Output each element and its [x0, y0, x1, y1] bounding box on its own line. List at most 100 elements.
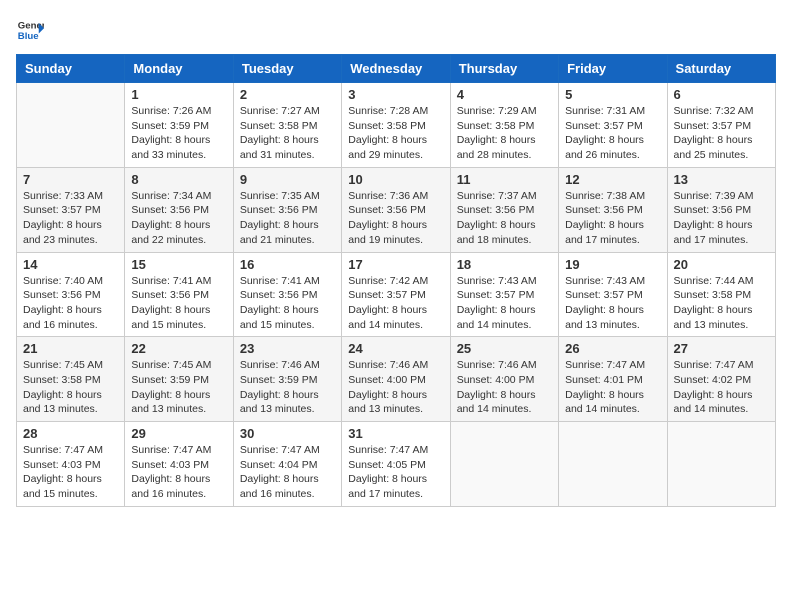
- week-row-5: 28 Sunrise: 7:47 AM Sunset: 4:03 PM Dayli…: [17, 422, 776, 507]
- calendar-cell: 12Sunrise: 7:38 AM Sunset: 3:56 PM Dayli…: [559, 167, 667, 252]
- day-info: Sunrise: 7:31 AM Sunset: 3:57 PM Dayligh…: [565, 104, 660, 163]
- day-info: Sunrise: 7:47 AM Sunset: 4:04 PM Dayligh…: [240, 443, 335, 502]
- svg-text:Blue: Blue: [18, 31, 39, 42]
- calendar-cell: [450, 422, 558, 507]
- calendar-cell: [667, 422, 775, 507]
- calendar-cell: 19 Sunrise: 7:43 AM Sunset: 3:57 PM Dayli…: [559, 252, 667, 337]
- day-info: Sunrise: 7:46 AM Sunset: 4:00 PM Dayligh…: [348, 358, 443, 417]
- calendar-cell: 13 Sunrise: 7:39 AM Sunset: 3:56 PM Dayli…: [667, 167, 775, 252]
- day-number: 26: [565, 341, 660, 356]
- day-info: Sunrise: 7:32 AM Sunset: 3:57 PM Dayligh…: [674, 104, 769, 163]
- calendar-cell: 30Sunrise: 7:47 AM Sunset: 4:04 PM Dayli…: [233, 422, 341, 507]
- day-number: 17: [348, 257, 443, 272]
- day-info: Sunrise: 7:38 AM Sunset: 3:56 PM Dayligh…: [565, 189, 660, 248]
- calendar-cell: 2 Sunrise: 7:27 AM Sunset: 3:58 PM Daylig…: [233, 83, 341, 168]
- day-info: Sunrise: 7:45 AM Sunset: 3:58 PM Dayligh…: [23, 358, 118, 417]
- page-header: General Blue: [16, 16, 776, 44]
- weekday-header-wednesday: Wednesday: [342, 55, 450, 83]
- day-number: 28: [23, 426, 118, 441]
- calendar-cell: 27 Sunrise: 7:47 AM Sunset: 4:02 PM Dayli…: [667, 337, 775, 422]
- day-info: Sunrise: 7:28 AM Sunset: 3:58 PM Dayligh…: [348, 104, 443, 163]
- day-number: 18: [457, 257, 552, 272]
- day-number: 25: [457, 341, 552, 356]
- calendar-cell: 10 Sunrise: 7:36 AM Sunset: 3:56 PM Dayli…: [342, 167, 450, 252]
- day-number: 15: [131, 257, 226, 272]
- day-info: Sunrise: 7:47 AM Sunset: 4:02 PM Dayligh…: [674, 358, 769, 417]
- day-number: 14: [23, 257, 118, 272]
- day-info: Sunrise: 7:29 AM Sunset: 3:58 PM Dayligh…: [457, 104, 552, 163]
- day-number: 22: [131, 341, 226, 356]
- day-number: 10: [348, 172, 443, 187]
- day-number: 31: [348, 426, 443, 441]
- day-number: 16: [240, 257, 335, 272]
- weekday-header-tuesday: Tuesday: [233, 55, 341, 83]
- weekday-header-saturday: Saturday: [667, 55, 775, 83]
- day-info: Sunrise: 7:34 AM Sunset: 3:56 PM Dayligh…: [131, 189, 226, 248]
- day-info: Sunrise: 7:36 AM Sunset: 3:56 PM Dayligh…: [348, 189, 443, 248]
- calendar-cell: 23Sunrise: 7:46 AM Sunset: 3:59 PM Dayli…: [233, 337, 341, 422]
- day-number: 4: [457, 87, 552, 102]
- day-info: Sunrise: 7:43 AM Sunset: 3:57 PM Dayligh…: [457, 274, 552, 333]
- calendar-cell: 16 Sunrise: 7:41 AM Sunset: 3:56 PM Dayli…: [233, 252, 341, 337]
- calendar-cell: 11Sunrise: 7:37 AM Sunset: 3:56 PM Dayli…: [450, 167, 558, 252]
- calendar-cell: 5 Sunrise: 7:31 AM Sunset: 3:57 PM Daylig…: [559, 83, 667, 168]
- calendar-cell: 20Sunrise: 7:44 AM Sunset: 3:58 PM Dayli…: [667, 252, 775, 337]
- day-number: 5: [565, 87, 660, 102]
- week-row-3: 14 Sunrise: 7:40 AM Sunset: 3:56 PM Dayli…: [17, 252, 776, 337]
- calendar-cell: 17 Sunrise: 7:42 AM Sunset: 3:57 PM Dayli…: [342, 252, 450, 337]
- calendar-cell: 22 Sunrise: 7:45 AM Sunset: 3:59 PM Dayli…: [125, 337, 233, 422]
- day-info: Sunrise: 7:35 AM Sunset: 3:56 PM Dayligh…: [240, 189, 335, 248]
- day-info: Sunrise: 7:46 AM Sunset: 4:00 PM Dayligh…: [457, 358, 552, 417]
- day-info: Sunrise: 7:47 AM Sunset: 4:03 PM Dayligh…: [23, 443, 118, 502]
- day-number: 9: [240, 172, 335, 187]
- calendar-cell: 28 Sunrise: 7:47 AM Sunset: 4:03 PM Dayli…: [17, 422, 125, 507]
- day-info: Sunrise: 7:41 AM Sunset: 3:56 PM Dayligh…: [240, 274, 335, 333]
- calendar-cell: 18 Sunrise: 7:43 AM Sunset: 3:57 PM Dayli…: [450, 252, 558, 337]
- calendar-cell: 31 Sunrise: 7:47 AM Sunset: 4:05 PM Dayli…: [342, 422, 450, 507]
- day-info: Sunrise: 7:37 AM Sunset: 3:56 PM Dayligh…: [457, 189, 552, 248]
- day-info: Sunrise: 7:44 AM Sunset: 3:58 PM Dayligh…: [674, 274, 769, 333]
- day-number: 23: [240, 341, 335, 356]
- day-number: 24: [348, 341, 443, 356]
- day-info: Sunrise: 7:27 AM Sunset: 3:58 PM Dayligh…: [240, 104, 335, 163]
- day-info: Sunrise: 7:41 AM Sunset: 3:56 PM Dayligh…: [131, 274, 226, 333]
- calendar-cell: 26Sunrise: 7:47 AM Sunset: 4:01 PM Dayli…: [559, 337, 667, 422]
- calendar-cell: 29Sunrise: 7:47 AM Sunset: 4:03 PM Dayli…: [125, 422, 233, 507]
- calendar-cell: 8 Sunrise: 7:34 AM Sunset: 3:56 PM Daylig…: [125, 167, 233, 252]
- day-number: 13: [674, 172, 769, 187]
- calendar-cell: [17, 83, 125, 168]
- day-number: 29: [131, 426, 226, 441]
- weekday-header-sunday: Sunday: [17, 55, 125, 83]
- week-row-4: 21Sunrise: 7:45 AM Sunset: 3:58 PM Dayli…: [17, 337, 776, 422]
- calendar-cell: 24 Sunrise: 7:46 AM Sunset: 4:00 PM Dayli…: [342, 337, 450, 422]
- calendar-cell: 3 Sunrise: 7:28 AM Sunset: 3:58 PM Daylig…: [342, 83, 450, 168]
- calendar-cell: 1 Sunrise: 7:26 AM Sunset: 3:59 PM Daylig…: [125, 83, 233, 168]
- weekday-header-thursday: Thursday: [450, 55, 558, 83]
- day-number: 19: [565, 257, 660, 272]
- calendar-cell: 4 Sunrise: 7:29 AM Sunset: 3:58 PM Daylig…: [450, 83, 558, 168]
- day-info: Sunrise: 7:47 AM Sunset: 4:05 PM Dayligh…: [348, 443, 443, 502]
- calendar-cell: 7Sunrise: 7:33 AM Sunset: 3:57 PM Daylig…: [17, 167, 125, 252]
- calendar-cell: 9 Sunrise: 7:35 AM Sunset: 3:56 PM Daylig…: [233, 167, 341, 252]
- calendar-cell: 6Sunrise: 7:32 AM Sunset: 3:57 PM Daylig…: [667, 83, 775, 168]
- day-info: Sunrise: 7:42 AM Sunset: 3:57 PM Dayligh…: [348, 274, 443, 333]
- day-info: Sunrise: 7:26 AM Sunset: 3:59 PM Dayligh…: [131, 104, 226, 163]
- day-number: 8: [131, 172, 226, 187]
- day-info: Sunrise: 7:40 AM Sunset: 3:56 PM Dayligh…: [23, 274, 118, 333]
- logo: General Blue: [16, 16, 44, 44]
- day-number: 7: [23, 172, 118, 187]
- day-number: 2: [240, 87, 335, 102]
- day-info: Sunrise: 7:39 AM Sunset: 3:56 PM Dayligh…: [674, 189, 769, 248]
- logo-icon: General Blue: [16, 16, 44, 44]
- day-info: Sunrise: 7:43 AM Sunset: 3:57 PM Dayligh…: [565, 274, 660, 333]
- day-info: Sunrise: 7:45 AM Sunset: 3:59 PM Dayligh…: [131, 358, 226, 417]
- calendar-cell: 14 Sunrise: 7:40 AM Sunset: 3:56 PM Dayli…: [17, 252, 125, 337]
- calendar-cell: 25 Sunrise: 7:46 AM Sunset: 4:00 PM Dayli…: [450, 337, 558, 422]
- weekday-header-friday: Friday: [559, 55, 667, 83]
- week-row-2: 7Sunrise: 7:33 AM Sunset: 3:57 PM Daylig…: [17, 167, 776, 252]
- weekday-header-row: SundayMondayTuesdayWednesdayThursdayFrid…: [17, 55, 776, 83]
- day-number: 27: [674, 341, 769, 356]
- calendar-cell: 21Sunrise: 7:45 AM Sunset: 3:58 PM Dayli…: [17, 337, 125, 422]
- day-number: 1: [131, 87, 226, 102]
- day-number: 3: [348, 87, 443, 102]
